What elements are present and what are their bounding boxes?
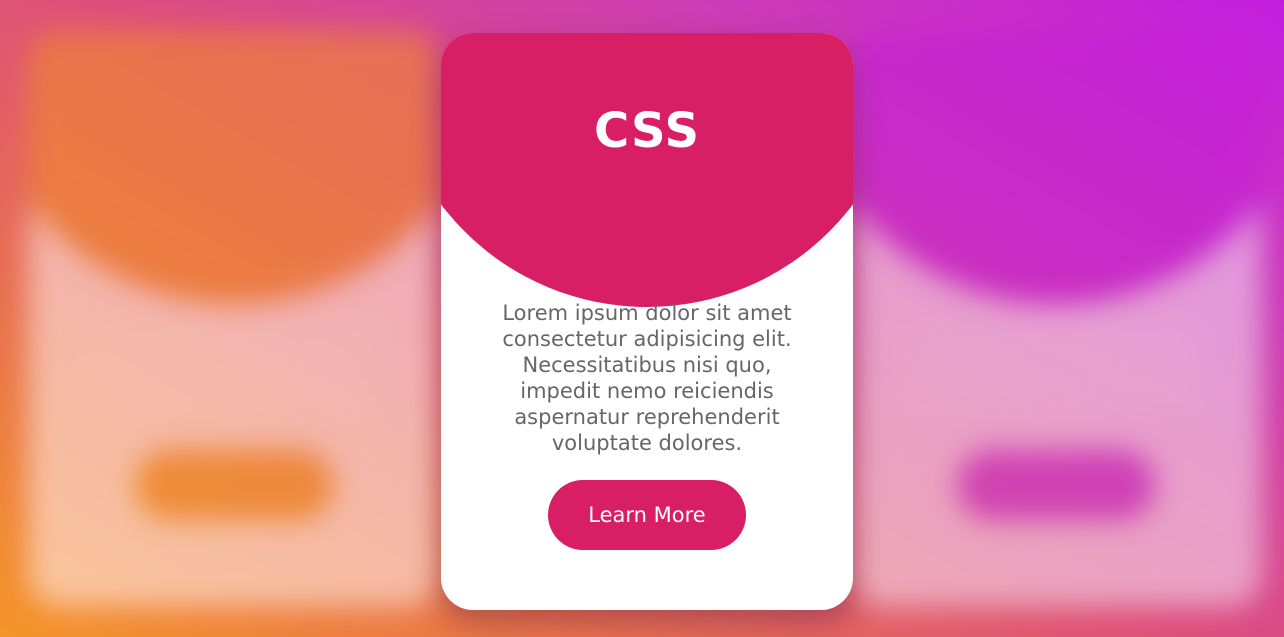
- card-right-text-placeholder: [910, 390, 1202, 404]
- card-right: [850, 30, 1262, 607]
- card-left-text-placeholder: [88, 360, 380, 374]
- card-center: CSS Lorem ipsum dolor sit amet consectet…: [441, 33, 853, 610]
- card-right-header: [850, 30, 1262, 304]
- card-center-header: [441, 33, 853, 307]
- card-description: Lorem ipsum dolor sit amet consectetur a…: [502, 301, 792, 455]
- card-right-text-placeholder: [910, 330, 1202, 344]
- background-stage: CSS Lorem ipsum dolor sit amet consectet…: [0, 0, 1284, 637]
- card-right-button[interactable]: [957, 450, 1155, 520]
- card-left: [28, 30, 440, 607]
- card-left-header: [28, 30, 440, 304]
- learn-more-button[interactable]: Learn More: [548, 480, 746, 550]
- card-left-text-placeholder: [88, 390, 380, 404]
- card-right-text-placeholder: [910, 360, 1202, 374]
- card-left-button[interactable]: [135, 450, 333, 520]
- card-title: CSS: [593, 103, 701, 159]
- card-left-text-placeholder: [88, 330, 380, 344]
